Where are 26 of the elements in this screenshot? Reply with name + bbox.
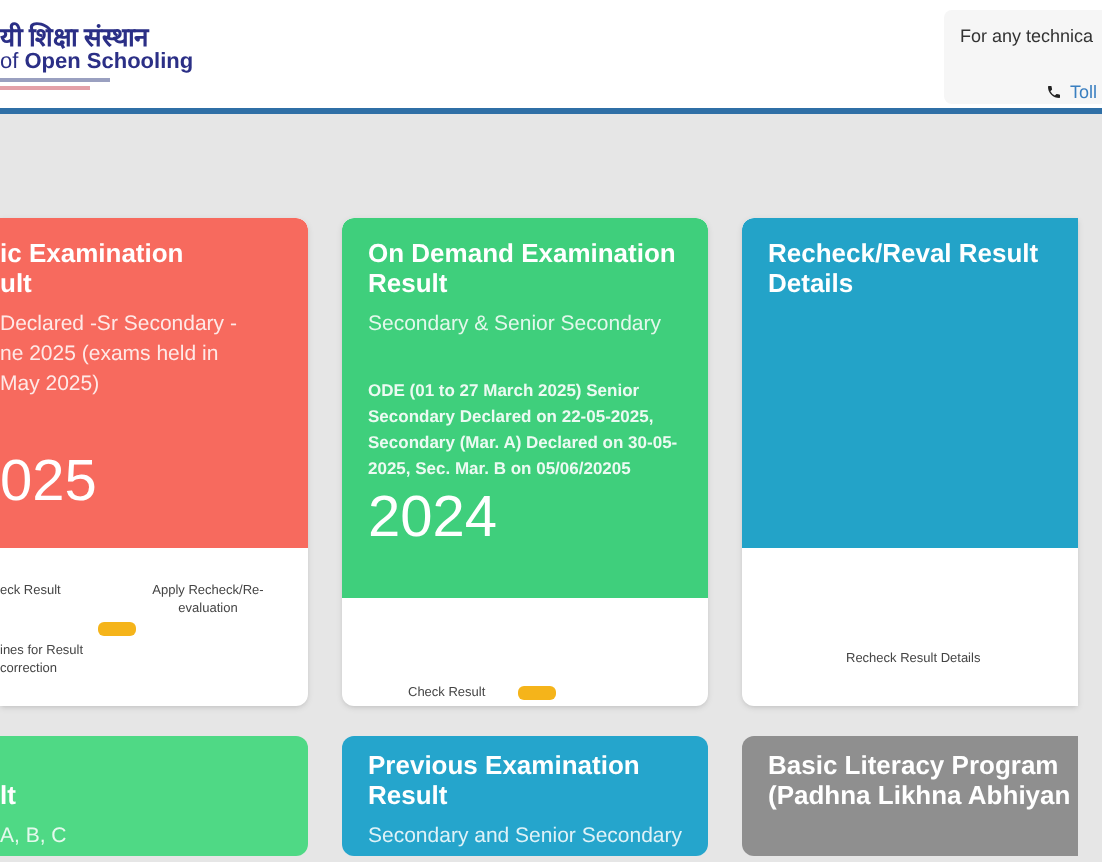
logo-tagline: [0, 86, 90, 90]
card-year: 2024: [368, 490, 500, 548]
logo-english: of Open Schooling: [0, 52, 194, 74]
help-text: For any technica: [960, 24, 1096, 50]
card-title: Details: [768, 268, 856, 298]
card-subtitle: Secondary & Senior Secondary: [368, 310, 664, 340]
card-note: ODE (01 to 27 March 2025) Senior Secondary Declared on 22-05-2025, Secondary (Mar. A) Declared on 30-05-2025, Sec. Mar. B on 05/06/20205: [368, 378, 680, 482]
card-subtitle: May 2025): [0, 370, 102, 400]
card-title: Recheck/Reval Result: [768, 238, 1041, 268]
card-title: ic Examination: [0, 238, 186, 268]
phone-icon: [1046, 84, 1062, 101]
card-subtitle: Declared -Sr Secondary -: [0, 310, 239, 340]
card-title: Result: [368, 780, 450, 810]
card-subtitle: A, B, C: [0, 822, 69, 852]
card-subtitle: ne 2025 (exams held in: [0, 340, 221, 370]
card-title: Basic Literacy Program: [768, 750, 1061, 780]
logo-hindi: यी शिक्षा संस्थान: [0, 24, 152, 50]
card-title: Previous Examination: [368, 750, 642, 780]
card-title: Result: [368, 268, 450, 298]
card-title: lt: [0, 780, 18, 810]
card-subtitle: Secondary and Senior Secondary: [368, 822, 685, 852]
card-year: 025: [0, 454, 99, 512]
card-title: On Demand Examination: [368, 238, 678, 268]
toll-free-link[interactable]: Toll: [1070, 79, 1098, 106]
card-title: ult: [0, 268, 34, 298]
logo-tagline: [0, 78, 110, 82]
